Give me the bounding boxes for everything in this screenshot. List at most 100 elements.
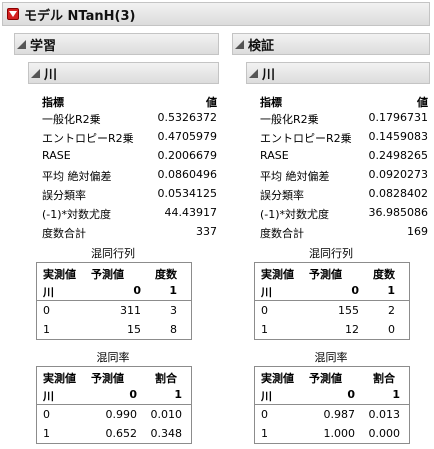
stat-value: 337 xyxy=(196,225,217,238)
class-label: 0 xyxy=(129,388,137,401)
table-divider xyxy=(37,404,191,405)
training-sub-disclosure-icon[interactable] xyxy=(31,68,40,78)
row-actual: 1 xyxy=(261,427,268,440)
stat-label: 誤分類率 xyxy=(260,189,304,202)
validation-confusion-rates: 実測値 予測値 割合川 0 1 0 0.987 0.013 1 1.000 0.000 xyxy=(254,366,410,444)
class-label: 0 xyxy=(347,388,355,401)
training-confusion-matrix-caption: 混同行列 xyxy=(91,247,135,260)
header-actual: 実測値 xyxy=(43,268,76,281)
stat-value: 0.2498265 xyxy=(368,149,429,162)
matrix-value: 0.990 xyxy=(105,408,138,421)
stat-label: 平均 絶対偏差 xyxy=(42,170,112,183)
header-actual: 実測値 xyxy=(261,268,294,281)
validation-stats-value-header: 値 xyxy=(417,96,428,109)
header-count: 割合 xyxy=(373,372,395,385)
row-actual: 0 xyxy=(43,304,50,317)
stat-value: 0.1459083 xyxy=(368,130,429,143)
stat-label: 誤分類率 xyxy=(42,189,86,202)
variable-label: 川 xyxy=(261,390,272,403)
training-sub-header: 川 xyxy=(28,62,219,84)
row-actual: 0 xyxy=(261,408,268,421)
header-count: 度数 xyxy=(373,268,395,281)
matrix-value: 0.000 xyxy=(368,427,401,440)
validation-sub-header: 川 xyxy=(246,62,430,84)
header-predicted: 予測値 xyxy=(91,372,124,385)
training-confusion-matrix: 実測値 予測値 度数川 0 1 0 311 3 1 15 8 xyxy=(36,262,192,340)
stat-value: 0.4705979 xyxy=(157,130,218,143)
validation-section-label: 検証 xyxy=(248,38,275,54)
training-stats-value-header: 値 xyxy=(206,96,217,109)
stat-value: 0.0534125 xyxy=(157,187,218,200)
stat-label: 度数合計 xyxy=(260,227,304,240)
validation-section-header: 検証 xyxy=(232,33,430,55)
stat-label: RASE xyxy=(260,149,289,162)
training-disclosure-icon[interactable] xyxy=(17,39,26,49)
header-predicted: 予測値 xyxy=(309,372,342,385)
variable-label: 川 xyxy=(261,286,272,299)
matrix-value: 0.348 xyxy=(150,427,183,440)
stat-value: 44.43917 xyxy=(164,206,218,219)
row-actual: 0 xyxy=(43,408,50,421)
class-label: 0 xyxy=(133,284,141,297)
training-confusion-rates-caption: 混同率 xyxy=(96,351,130,364)
red-triangle-menu-button[interactable] xyxy=(7,8,19,20)
matrix-value: 3 xyxy=(170,304,177,317)
table-divider xyxy=(37,300,191,301)
matrix-value: 0.652 xyxy=(105,427,138,440)
model-title: モデル NTanH(3) xyxy=(24,8,136,24)
stat-label: 平均 絶対偏差 xyxy=(260,170,330,183)
class-label: 1 xyxy=(174,388,182,401)
header-count: 度数 xyxy=(155,268,177,281)
stat-value: 0.0828402 xyxy=(368,187,429,200)
table-divider xyxy=(255,300,409,301)
matrix-value: 0.013 xyxy=(368,408,401,421)
stat-value: 0.2006679 xyxy=(157,149,218,162)
matrix-value: 8 xyxy=(170,323,177,336)
validation-sub-label: 川 xyxy=(262,67,276,83)
row-actual: 1 xyxy=(43,427,50,440)
row-actual: 0 xyxy=(261,304,268,317)
class-label: 0 xyxy=(351,284,359,297)
matrix-value: 2 xyxy=(388,304,395,317)
stat-label: (-1)*対数尤度 xyxy=(260,208,330,221)
matrix-value: 0 xyxy=(388,323,395,336)
stat-label: 一般化R2乗 xyxy=(260,113,319,126)
header-actual: 実測値 xyxy=(43,372,76,385)
stat-label: 度数合計 xyxy=(42,227,86,240)
stat-label: RASE xyxy=(42,149,71,162)
training-section-label: 学習 xyxy=(30,38,57,54)
training-confusion-rates: 実測値 予測値 割合川 0 1 0 0.990 0.010 1 0.652 0.348 xyxy=(36,366,192,444)
class-label: 1 xyxy=(169,284,177,297)
variable-label: 川 xyxy=(43,286,54,299)
header-predicted: 予測値 xyxy=(309,268,342,281)
training-sub-label: 川 xyxy=(44,67,58,83)
row-actual: 1 xyxy=(261,323,268,336)
validation-confusion-matrix: 実測値 予測値 度数川 0 1 0 155 2 1 12 0 xyxy=(254,262,410,340)
table-divider xyxy=(255,404,409,405)
menu-triangle-icon xyxy=(9,11,17,17)
stat-value: 0.1796731 xyxy=(368,111,429,124)
validation-confusion-rates-caption: 混同率 xyxy=(314,351,348,364)
stat-value: 0.0860496 xyxy=(157,168,218,181)
validation-stats-metric-header: 指標 xyxy=(260,96,282,109)
stat-label: エントロピーR2乗 xyxy=(42,132,134,145)
stat-label: (-1)*対数尤度 xyxy=(42,208,112,221)
training-stats-metric-header: 指標 xyxy=(42,96,64,109)
header-count: 割合 xyxy=(155,372,177,385)
model-report-header: モデル NTanH(3) xyxy=(2,2,430,26)
variable-label: 川 xyxy=(43,390,54,403)
stat-value: 169 xyxy=(407,225,428,238)
class-label: 1 xyxy=(392,388,400,401)
class-label: 1 xyxy=(387,284,395,297)
header-actual: 実測値 xyxy=(261,372,294,385)
training-section-header: 学習 xyxy=(14,33,219,55)
stat-label: 一般化R2乗 xyxy=(42,113,101,126)
validation-disclosure-icon[interactable] xyxy=(235,39,244,49)
validation-sub-disclosure-icon[interactable] xyxy=(249,68,258,78)
matrix-value: 0.010 xyxy=(150,408,183,421)
stat-value: 36.985086 xyxy=(368,206,429,219)
stat-label: エントロピーR2乗 xyxy=(260,132,352,145)
stat-value: 0.5326372 xyxy=(157,111,218,124)
header-predicted: 予測値 xyxy=(91,268,124,281)
matrix-value: 1.000 xyxy=(323,427,356,440)
